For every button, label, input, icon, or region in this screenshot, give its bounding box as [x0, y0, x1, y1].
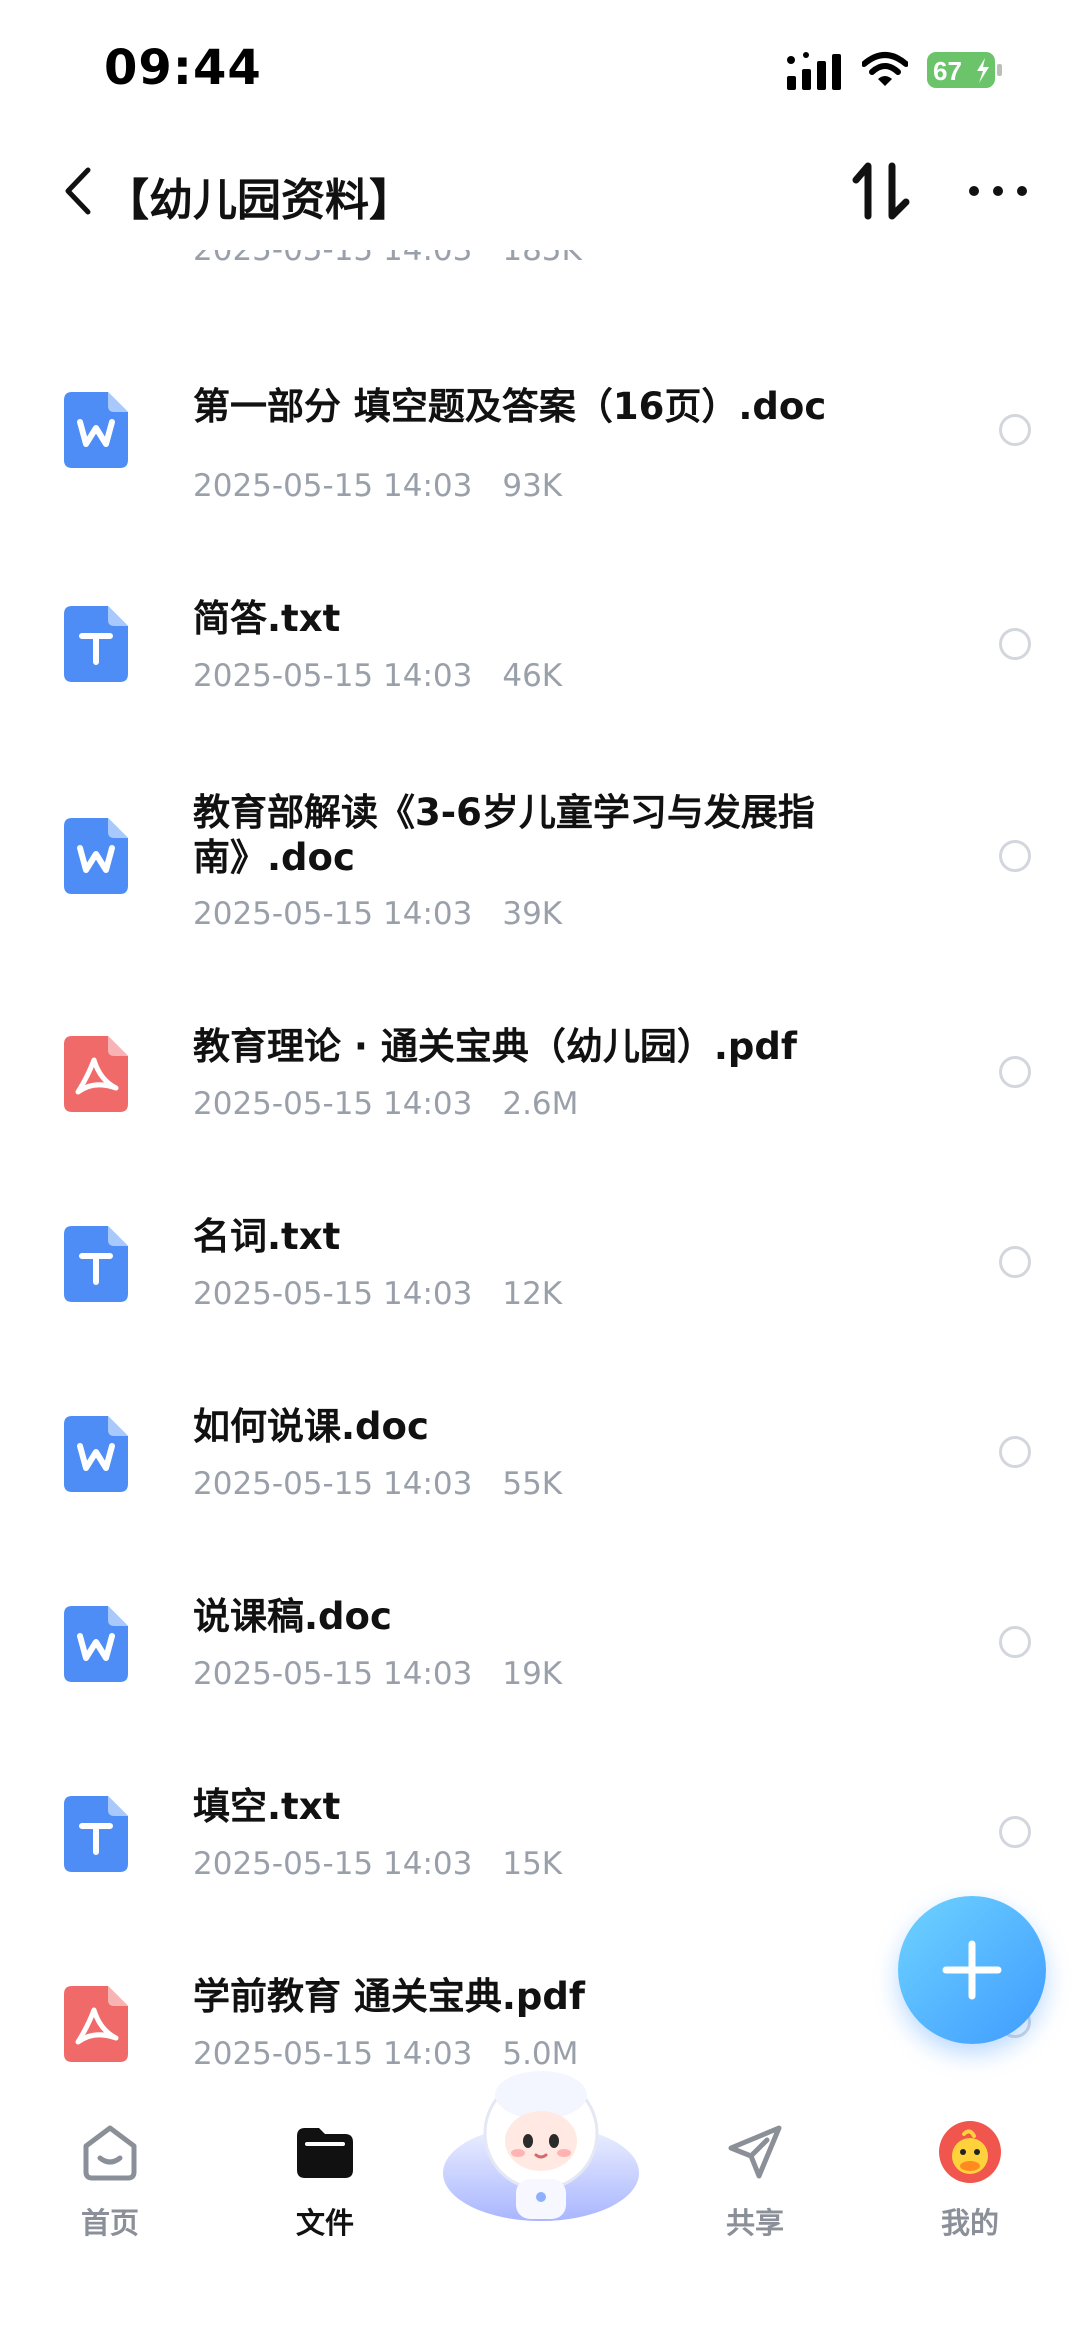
word-doc-icon [64, 1606, 128, 1682]
select-radio[interactable] [999, 628, 1031, 660]
file-meta: 2025-05-15 14:03 39K [193, 896, 562, 932]
file-size: 19K [502, 1656, 563, 1692]
file-size: 46K [502, 658, 563, 694]
file-date: 2025-05-15 14:03 [193, 1656, 473, 1692]
text-file-icon [64, 606, 128, 682]
file-meta: 2025-05-15 14:03 93K [193, 468, 562, 504]
pdf-file-icon [64, 1986, 128, 2062]
file-row[interactable]: 第一部分 填空题及答案（16页）.doc 2025-05-15 14:03 93K [0, 350, 1080, 520]
file-name: 如何说课.doc [193, 1405, 429, 1448]
more-dots-icon[interactable] [966, 180, 1030, 202]
nav-files-label: 文件 [295, 2206, 354, 2240]
select-radio[interactable] [999, 414, 1031, 446]
plus-icon [942, 1940, 1002, 2000]
file-row[interactable]: 简答.txt 2025-05-15 14:03 46K [0, 560, 1080, 730]
file-date: 2025-05-15 14:03 [193, 468, 473, 504]
nav-share-label: 共享 [725, 2206, 784, 2240]
file-size: 55K [502, 1466, 563, 1502]
mascot-assistant-icon[interactable] [440, 2055, 642, 2225]
file-date: 2025-05-15 14:03 [193, 2036, 473, 2072]
header-bar: 【幼儿园资料】 [0, 140, 1080, 250]
file-size: 2.6M [502, 1086, 579, 1122]
select-radio[interactable] [999, 1056, 1031, 1088]
file-date: 2025-05-15 14:03 [193, 896, 473, 932]
file-list-screen: 09:44 67 【幼儿园资料】 2025-05-15 14:03 185K 第… [0, 0, 1080, 2337]
select-radio[interactable] [999, 840, 1031, 872]
file-row[interactable]: 填空.txt 2025-05-15 14:03 15K [0, 1770, 1080, 1940]
file-meta: 2025-05-15 14:03 55K [193, 1466, 562, 1502]
file-meta: 2025-05-15 14:03 19K [193, 1656, 562, 1692]
file-name: 名词.txt [193, 1215, 341, 1258]
nav-home-label: 首页 [80, 2206, 139, 2240]
file-date: 2025-05-15 14:03 [193, 1846, 473, 1882]
file-size: 39K [502, 896, 563, 932]
file-date: 2025-05-15 14:03 [193, 1276, 473, 1312]
file-name: 说课稿.doc [193, 1595, 392, 1638]
avatar-duck-icon [939, 2121, 1001, 2183]
word-doc-icon [64, 818, 128, 894]
add-button[interactable] [898, 1896, 1046, 2044]
nav-files[interactable]: 文件 [260, 2120, 390, 2260]
home-icon [83, 2125, 137, 2181]
file-meta: 2025-05-15 14:03 12K [193, 1276, 562, 1312]
nav-share[interactable]: 共享 [690, 2120, 820, 2260]
file-name: 第一部分 填空题及答案（16页）.doc [193, 385, 827, 428]
text-file-icon [64, 1226, 128, 1302]
folder-icon [297, 2128, 353, 2178]
file-name: 填空.txt [193, 1785, 341, 1828]
file-name: 简答.txt [193, 597, 341, 640]
file-row[interactable]: 教育部解读《3-6岁儿童学习与发展指南》.doc 2025-05-15 14:0… [0, 770, 1080, 970]
file-size: 15K [502, 1846, 563, 1882]
file-name: 教育理论 · 通关宝典（幼儿园）.pdf [193, 1025, 797, 1068]
file-row[interactable]: 如何说课.doc 2025-05-15 14:03 55K [0, 1390, 1080, 1560]
file-date: 2025-05-15 14:03 [193, 1466, 473, 1502]
page-title: 【幼儿园资料】 [105, 175, 413, 226]
chevron-left-icon[interactable] [58, 164, 102, 218]
file-meta: 2025-05-15 14:03 46K [193, 658, 562, 694]
text-file-icon [64, 1796, 128, 1872]
file-name: 学前教育 通关宝典.pdf [193, 1975, 586, 2018]
file-size: 93K [502, 468, 563, 504]
send-icon [728, 2125, 782, 2179]
nav-mine[interactable]: 我的 [905, 2120, 1035, 2260]
word-doc-icon [64, 392, 128, 468]
file-row[interactable]: 说课稿.doc 2025-05-15 14:03 19K [0, 1580, 1080, 1750]
file-date: 2025-05-15 14:03 [193, 1086, 473, 1122]
nav-mine-label: 我的 [940, 2206, 999, 2240]
file-meta: 2025-05-15 14:03 15K [193, 1846, 562, 1882]
select-radio[interactable] [999, 1436, 1031, 1468]
file-meta: 2025-05-15 14:03 2.6M [193, 1086, 578, 1122]
select-radio[interactable] [999, 1816, 1031, 1848]
select-radio[interactable] [999, 1246, 1031, 1278]
file-name: 教育部解读《3-6岁儿童学习与发展指南》.doc [193, 791, 815, 879]
file-row[interactable]: 名词.txt 2025-05-15 14:03 12K [0, 1200, 1080, 1370]
sort-arrows-icon[interactable] [852, 160, 910, 222]
file-size: 12K [502, 1276, 563, 1312]
file-row[interactable]: 教育理论 · 通关宝典（幼儿园）.pdf 2025-05-15 14:03 2.6… [0, 1010, 1080, 1180]
select-radio[interactable] [999, 1626, 1031, 1658]
file-date: 2025-05-15 14:03 [193, 658, 473, 694]
pdf-file-icon [64, 1036, 128, 1112]
nav-home[interactable]: 首页 [45, 2120, 175, 2260]
word-doc-icon [64, 1416, 128, 1492]
